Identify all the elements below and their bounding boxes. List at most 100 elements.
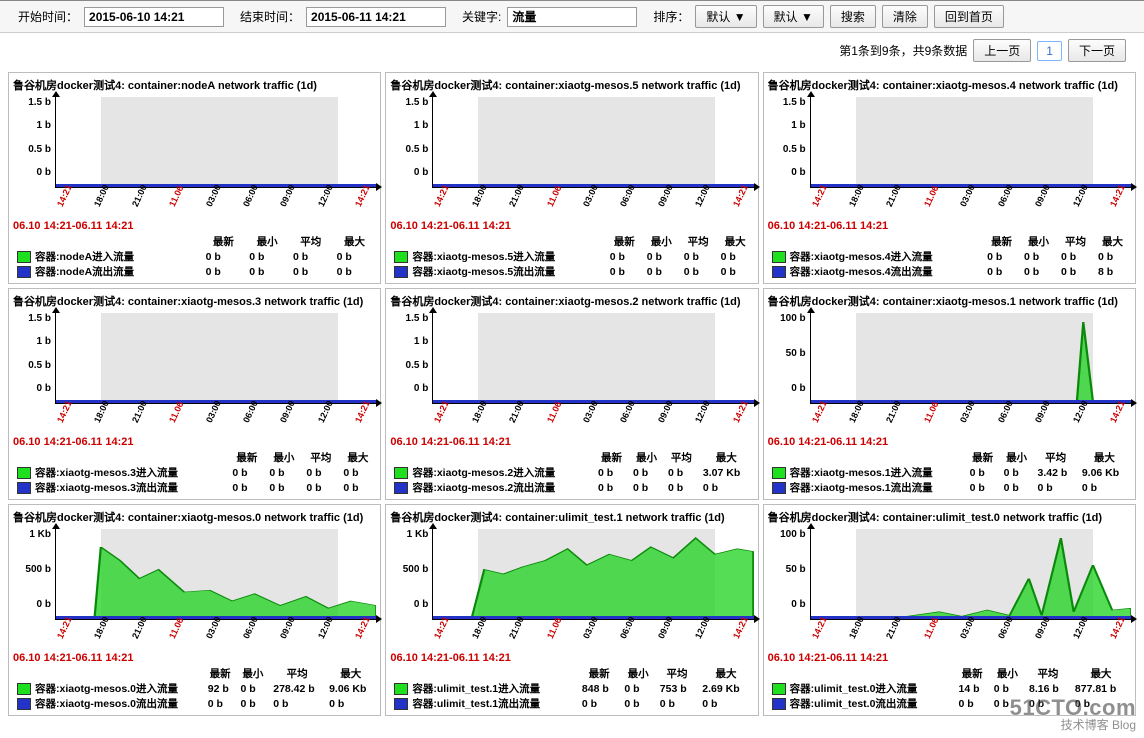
panel-title: 鲁谷机房docker测试4: container:ulimit_test.1 n… — [390, 509, 753, 525]
panel-title: 鲁谷机房docker测试4: container:xiaotg-mesos.1 … — [768, 293, 1131, 309]
panel-title: 鲁谷机房docker测试4: container:xiaotg-mesos.0 … — [13, 509, 376, 525]
legend-row: 容器:ulimit_test.1进入流量848 b0 b753 b2.69 Kb — [390, 681, 753, 696]
stat-header: 最大 — [1094, 234, 1131, 249]
stat-value: 0 b — [265, 480, 302, 495]
home-button[interactable]: 回到首页 — [934, 5, 1004, 28]
stat-value: 3.07 Kb — [699, 465, 754, 480]
stat-value: 0 b — [578, 696, 621, 711]
y-tick: 1 Kb — [29, 529, 51, 540]
stat-value: 0 b — [1000, 465, 1034, 480]
stat-value: 0 b — [680, 264, 717, 279]
stat-header: 最大 — [333, 234, 377, 249]
legend-row: 容器:ulimit_test.0进入流量14 b0 b8.16 b877.81 … — [768, 681, 1131, 696]
stat-value: 0 b — [245, 249, 289, 264]
stat-value: 0 b — [302, 480, 339, 495]
stat-header: 最新 — [204, 666, 237, 681]
stat-value: 0 b — [629, 465, 664, 480]
y-tick: 0.5 b — [28, 360, 51, 371]
legend-row: 容器:ulimit_test.1流出流量0 b0 b0 b0 b — [390, 696, 753, 711]
stat-header: 平均 — [289, 234, 333, 249]
y-tick: 0.5 b — [406, 144, 429, 155]
legend-row: 容器:xiaotg-mesos.3进入流量0 b0 b0 b0 b — [13, 465, 376, 480]
y-tick: 1 Kb — [407, 529, 429, 540]
legend-swatch-out — [394, 482, 408, 494]
stat-value: 0 b — [966, 480, 1000, 495]
legend-label: 容器:nodeA进入流量 — [35, 251, 134, 263]
stat-value: 0 b — [606, 264, 643, 279]
legend-label: 容器:ulimit_test.1流出流量 — [412, 698, 540, 710]
y-tick: 1.5 b — [783, 97, 806, 108]
stat-header: 最大 — [325, 666, 376, 681]
end-time-input[interactable] — [306, 7, 446, 27]
stat-value: 0 b — [339, 465, 376, 480]
stat-value: 0 b — [1034, 480, 1078, 495]
stat-value: 0 b — [643, 249, 680, 264]
filter-bar: 开始时间： 结束时间： 关键字: 排序： 默认 ▼ 默认 ▼ 搜索 清除 回到首… — [0, 0, 1144, 33]
time-range: 06.10 14:21-06.11 14:21 — [768, 220, 1131, 232]
plot-area — [810, 529, 1131, 620]
legend-row: 容器:ulimit_test.0流出流量0 b0 b0 b0 b — [768, 696, 1131, 711]
plot-area — [55, 313, 376, 404]
stat-header: 最大 — [1078, 450, 1131, 465]
stat-value: 0 b — [245, 264, 289, 279]
time-range: 06.10 14:21-06.11 14:21 — [390, 220, 753, 232]
chart-panel: 鲁谷机房docker测试4: container:ulimit_test.0 n… — [763, 504, 1136, 716]
stat-value: 14 b — [955, 681, 990, 696]
legend-row: 容器:xiaotg-mesos.3流出流量0 b0 b0 b0 b — [13, 480, 376, 495]
stat-value: 0 b — [325, 696, 376, 711]
chart-grid: 鲁谷机房docker测试4: container:nodeA network t… — [0, 68, 1144, 720]
stat-header: 最大 — [717, 234, 754, 249]
search-button[interactable]: 搜索 — [830, 5, 876, 28]
y-tick: 0 b — [414, 599, 428, 610]
y-tick: 0 b — [414, 167, 428, 178]
stat-value: 0 b — [664, 465, 699, 480]
chart-panel: 鲁谷机房docker测试4: container:ulimit_test.1 n… — [385, 504, 758, 716]
y-tick: 100 b — [780, 313, 806, 324]
stat-value: 0 b — [228, 480, 265, 495]
stat-header: 最大 — [698, 666, 753, 681]
stat-header: 最新 — [202, 234, 246, 249]
y-tick: 0.5 b — [406, 360, 429, 371]
time-range: 06.10 14:21-06.11 14:21 — [390, 652, 753, 664]
legend-row: 容器:xiaotg-mesos.1进入流量0 b0 b3.42 b9.06 Kb — [768, 465, 1131, 480]
stat-header: 平均 — [680, 234, 717, 249]
stat-value: 0 b — [237, 681, 270, 696]
pager-summary: 第1条到9条，共9条数据 — [839, 42, 967, 59]
legend-row: 容器:xiaotg-mesos.5进入流量0 b0 b0 b0 b — [390, 249, 753, 264]
keyword-input[interactable] — [507, 7, 637, 27]
legend-swatch-in — [772, 251, 786, 263]
chart-panel: 鲁谷机房docker测试4: container:nodeA network t… — [8, 72, 381, 284]
clear-button[interactable]: 清除 — [882, 5, 928, 28]
end-time-label: 结束时间： — [240, 8, 300, 25]
y-tick: 1 b — [414, 336, 428, 347]
legend-label: 容器:xiaotg-mesos.1进入流量 — [790, 467, 933, 479]
legend-row: 容器:nodeA进入流量0 b0 b0 b0 b — [13, 249, 376, 264]
stat-value: 9.06 Kb — [325, 681, 376, 696]
prev-page-button[interactable]: 上一页 — [973, 39, 1031, 62]
legend-row: 容器:xiaotg-mesos.4进入流量0 b0 b0 b0 b — [768, 249, 1131, 264]
chart-panel: 鲁谷机房docker测试4: container:xiaotg-mesos.2 … — [385, 288, 758, 500]
next-page-button[interactable]: 下一页 — [1068, 39, 1126, 62]
y-tick: 0 b — [791, 599, 805, 610]
sort-2-button[interactable]: 默认 ▼ — [763, 5, 824, 28]
stat-header: 最小 — [643, 234, 680, 249]
y-tick: 0.5 b — [783, 144, 806, 155]
start-time-input[interactable] — [84, 7, 224, 27]
legend-label: 容器:xiaotg-mesos.4进入流量 — [790, 251, 933, 263]
stat-header: 最大 — [699, 450, 754, 465]
legend-label: 容器:xiaotg-mesos.0流出流量 — [35, 698, 178, 710]
legend-row: 容器:xiaotg-mesos.0进入流量92 b0 b278.42 b9.06… — [13, 681, 376, 696]
legend-swatch-out — [17, 266, 31, 278]
sort-1-button[interactable]: 默认 ▼ — [695, 5, 756, 28]
plot-area — [55, 97, 376, 188]
stat-value: 0 b — [983, 249, 1020, 264]
legend-swatch-in — [394, 683, 408, 695]
legend-swatch-out — [772, 482, 786, 494]
stat-value: 0 b — [620, 696, 655, 711]
y-tick: 1.5 b — [406, 313, 429, 324]
chart-panel: 鲁谷机房docker测试4: container:xiaotg-mesos.4 … — [763, 72, 1136, 284]
time-range: 06.10 14:21-06.11 14:21 — [768, 436, 1131, 448]
y-tick: 0 b — [37, 383, 51, 394]
panel-title: 鲁谷机房docker测试4: container:xiaotg-mesos.2 … — [390, 293, 753, 309]
stat-header: 最小 — [629, 450, 664, 465]
